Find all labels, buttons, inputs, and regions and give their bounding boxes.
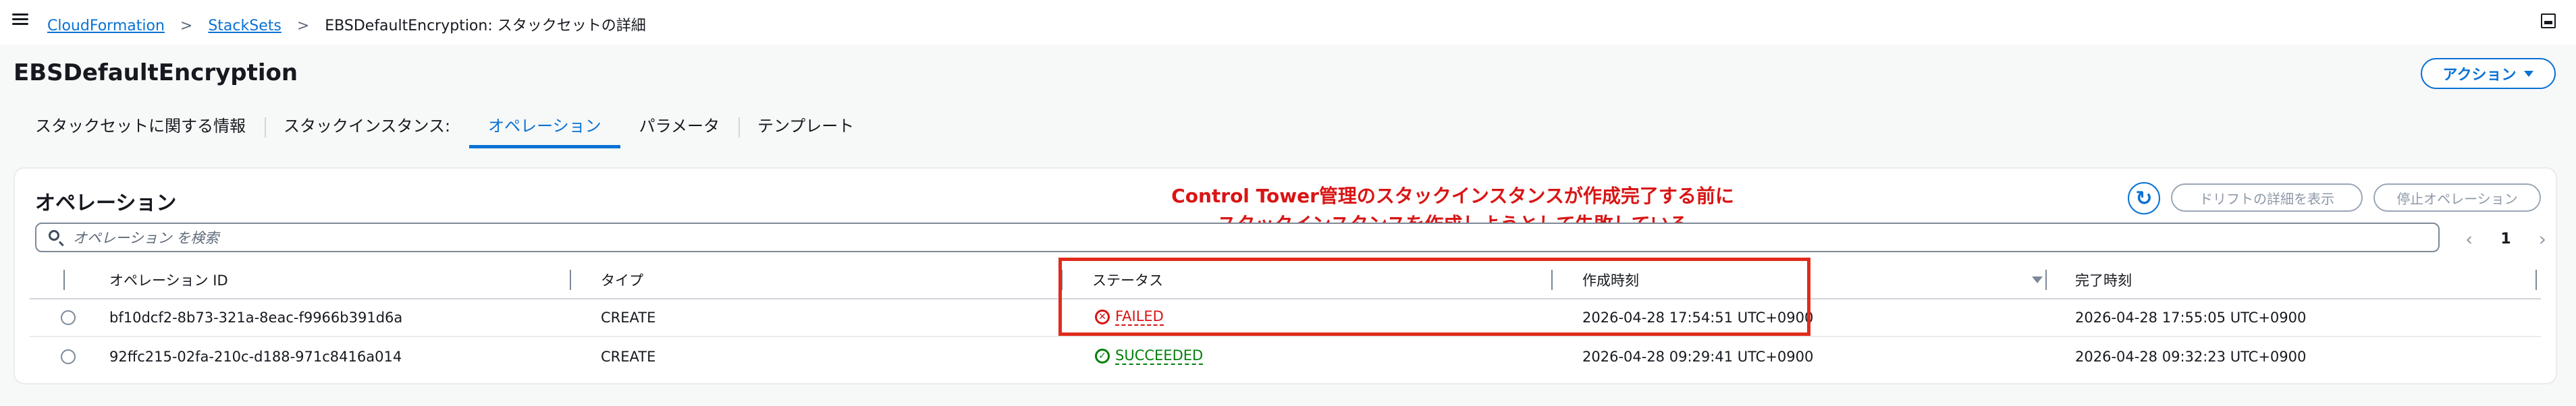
check-circle-icon: ✓ — [1095, 349, 1110, 364]
refresh-icon: ↻ — [2135, 186, 2153, 210]
side-panel-icon[interactable] — [2541, 13, 2556, 28]
status-badge[interactable]: ✓ SUCCEEDED — [1095, 347, 1204, 365]
column-divider[interactable] — [2535, 270, 2537, 290]
column-divider[interactable] — [570, 270, 571, 290]
search-box — [35, 223, 2440, 252]
operation-type: CREATE — [601, 349, 656, 365]
row-radio[interactable] — [61, 310, 76, 325]
operation-id: 92ffc215-02fa-210c-d188-971c8416a014 — [109, 349, 402, 365]
caret-down-icon — [2524, 70, 2534, 77]
created-time: 2026-04-28 09:29:41 UTC+0900 — [1582, 349, 1814, 365]
completed-time: 2026-04-28 09:32:23 UTC+0900 — [2075, 349, 2307, 365]
chevron-right-icon: > — [296, 18, 310, 34]
view-drift-details-button[interactable]: ドリフトの詳細を表示 — [2171, 183, 2363, 212]
breadcrumb-current: EBSDefaultEncryption: スタックセットの詳細 — [325, 18, 646, 34]
chevron-right-icon: > — [180, 18, 193, 34]
annotation-highlight-box — [1058, 258, 1810, 336]
chevron-right-icon[interactable]: › — [2539, 228, 2546, 250]
column-divider[interactable] — [2045, 270, 2047, 290]
column-header-type[interactable]: タイプ — [601, 270, 643, 290]
row-radio[interactable] — [61, 349, 76, 364]
operation-id: bf10dcf2-8b73-321a-8eac-f9966b391d6a — [109, 310, 403, 326]
menu-icon[interactable] — [12, 13, 28, 26]
column-header-operation-id[interactable]: オペレーション ID — [109, 270, 228, 290]
stop-operation-button[interactable]: 停止オペレーション — [2373, 183, 2541, 212]
top-bar: CloudFormation > StackSets > EBSDefaultE… — [0, 0, 2576, 45]
actions-button-label: アクション — [2442, 67, 2517, 84]
tab-bar: スタックセットに関する情報 スタックインスタンス: オペレーション パラメータ … — [16, 109, 873, 150]
annotation-line-1: Control Tower管理のスタックインスタンスが作成完了する前に — [1171, 185, 1734, 207]
column-header-completed-time[interactable]: 完了時刻 — [2075, 270, 2132, 290]
tab-operations[interactable]: オペレーション — [469, 109, 620, 148]
tab-stack-instances[interactable]: スタックインスタンス: — [265, 109, 469, 148]
actions-button[interactable]: アクション — [2421, 58, 2556, 89]
completed-time: 2026-04-28 17:55:05 UTC+0900 — [2075, 310, 2307, 326]
chevron-left-icon[interactable]: ‹ — [2465, 228, 2473, 250]
refresh-button[interactable]: ↻ — [2128, 182, 2160, 214]
column-divider — [63, 270, 65, 290]
sort-descending-icon[interactable] — [2032, 277, 2043, 283]
operation-type: CREATE — [601, 310, 656, 326]
search-input[interactable] — [72, 227, 2423, 250]
search-icon — [49, 230, 59, 241]
breadcrumb: CloudFormation > StackSets > EBSDefaultE… — [47, 13, 646, 35]
status-label: SUCCEEDED — [1115, 347, 1204, 365]
table-row[interactable]: 92ffc215-02fa-210c-d188-971c8416a014 CRE… — [30, 337, 2541, 375]
breadcrumb-link-stacksets[interactable]: StackSets — [208, 18, 281, 34]
breadcrumb-link-cloudformation[interactable]: CloudFormation — [47, 18, 165, 34]
page-number[interactable]: 1 — [2500, 231, 2511, 248]
pagination: ‹ 1 › — [2465, 227, 2546, 251]
tab-stackset-info[interactable]: スタックセットに関する情報 — [16, 109, 265, 148]
tab-template[interactable]: テンプレート — [738, 109, 873, 148]
operations-title: オペレーション — [35, 192, 177, 215]
tab-parameters[interactable]: パラメータ — [620, 109, 739, 148]
page-title: EBSDefaultEncryption — [14, 59, 298, 86]
